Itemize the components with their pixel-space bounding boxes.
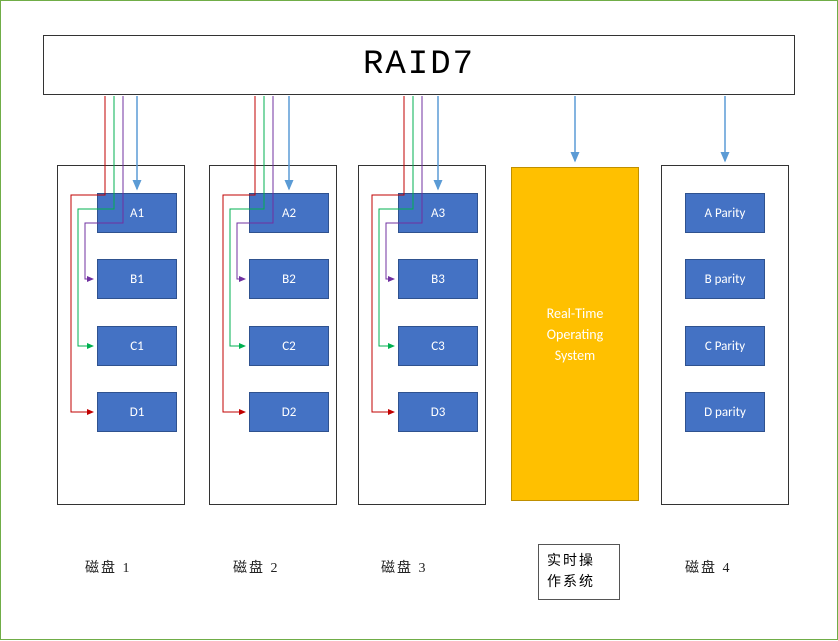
- block-c1: C1: [97, 326, 177, 366]
- block-d2: D2: [249, 392, 329, 432]
- disk-3-caption: 磁盘 3: [381, 557, 428, 577]
- block-c-parity: C Parity: [685, 326, 765, 366]
- block-b2: B2: [249, 259, 329, 299]
- block-b-parity: B parity: [685, 259, 765, 299]
- rtos-box: Real-Time Operating System: [511, 167, 639, 501]
- block-d-parity: D parity: [685, 392, 765, 432]
- block-a-parity: A Parity: [685, 193, 765, 233]
- disk-1-caption: 磁盘 1: [85, 557, 132, 577]
- rtos-label: Real-Time Operating System: [547, 303, 604, 366]
- block-c2: C2: [249, 326, 329, 366]
- block-a1: A1: [97, 193, 177, 233]
- block-b1: B1: [97, 259, 177, 299]
- raid-header: RAID7: [43, 35, 795, 95]
- disk-4-caption: 磁盘 4: [685, 557, 732, 577]
- block-a2: A2: [249, 193, 329, 233]
- diagram-canvas: RAID7 A1 B1 C1 D1 磁盘 1 A2 B2 C2 D2 磁盘 2 …: [0, 0, 838, 640]
- block-d1: D1: [97, 392, 177, 432]
- block-c3: C3: [398, 326, 478, 366]
- block-a3: A3: [398, 193, 478, 233]
- raid-title: RAID7: [363, 46, 475, 84]
- rtos-caption: 实时操 作系统: [538, 544, 620, 600]
- block-d3: D3: [398, 392, 478, 432]
- block-b3: B3: [398, 259, 478, 299]
- disk-2-caption: 磁盘 2: [233, 557, 280, 577]
